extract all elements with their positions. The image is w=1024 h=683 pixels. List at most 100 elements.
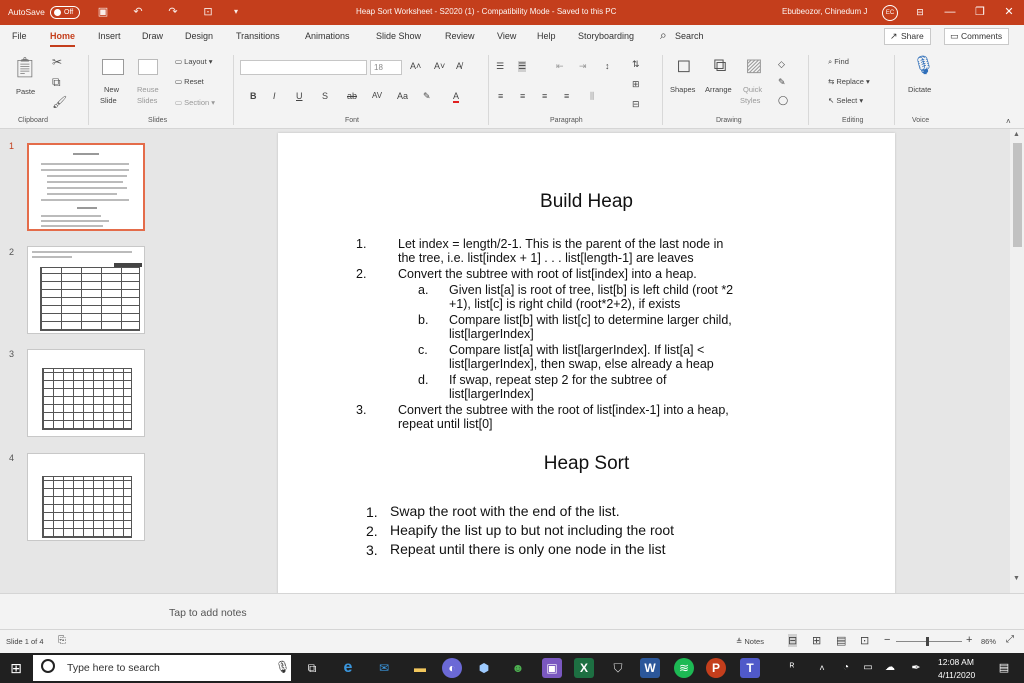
quick-styles-icon[interactable]: ▨	[742, 55, 766, 81]
list-item[interactable]: Convert the subtree with root of list[in…	[398, 267, 778, 281]
tab-file[interactable]: File	[12, 31, 27, 41]
restore-button[interactable]: ❐	[965, 3, 995, 22]
word-icon[interactable]: W	[640, 658, 660, 678]
zoom-slider-thumb[interactable]	[926, 637, 929, 646]
clock-time[interactable]: 12:08 AM	[938, 657, 974, 667]
decrease-indent-icon[interactable]: ⇤	[556, 61, 564, 72]
shape-fill-icon[interactable]: ◇	[778, 59, 785, 70]
powerpoint-icon[interactable]: P	[706, 658, 726, 678]
list-item[interactable]: Let index = length/2-1. This is the pare…	[398, 237, 778, 251]
character-spacing-icon[interactable]: AV	[372, 91, 382, 100]
file-explorer-icon[interactable]: ▬	[410, 658, 430, 678]
mail-icon[interactable]: ✉	[374, 658, 394, 678]
quick-styles-label-2[interactable]: Styles	[740, 96, 760, 105]
search-box[interactable]: Search	[675, 31, 704, 41]
taskbar-search-box[interactable]: Type here to search 🎙︎	[33, 655, 291, 681]
reading-view-icon[interactable]: ▤	[836, 634, 846, 647]
tab-review[interactable]: Review	[445, 31, 475, 41]
show-hidden-icons[interactable]: ˄	[812, 658, 832, 678]
copy-icon[interactable]: ⧉	[52, 75, 61, 90]
shadow-icon[interactable]: S	[322, 91, 328, 101]
quick-styles-label[interactable]: Quick	[743, 85, 762, 94]
list-item[interactable]: Swap the root with the end of the list.	[390, 504, 790, 518]
tab-draw[interactable]: Draw	[142, 31, 163, 41]
spotify-icon[interactable]: ≋	[674, 658, 694, 678]
save-icon[interactable]: ▣	[95, 4, 111, 20]
windows-start-icon[interactable]: ⊞	[6, 658, 26, 678]
paste-icon[interactable]: 📋︎	[12, 55, 38, 83]
clock-date[interactable]: 4/11/2020	[938, 670, 975, 680]
columns-icon[interactable]: ⫼	[590, 91, 594, 102]
new-slide-label[interactable]: New	[104, 85, 119, 94]
find-button[interactable]: ⌕ Find	[828, 57, 849, 67]
slide-sorter-icon[interactable]: ⊞	[812, 634, 821, 647]
section-button[interactable]: ▭ Section ▾	[175, 98, 215, 107]
store-icon[interactable]: ⛉	[608, 658, 628, 678]
app-icon[interactable]: ◐	[442, 658, 462, 678]
zoom-in-icon[interactable]: +	[966, 634, 972, 646]
tab-view[interactable]: View	[497, 31, 516, 41]
cut-icon[interactable]: ✂	[52, 55, 62, 69]
tab-help[interactable]: Help	[537, 31, 556, 41]
fit-to-window-icon[interactable]: ⤢	[1006, 634, 1014, 645]
people-tray-icon[interactable]: ᴿ	[782, 658, 802, 678]
layout-button[interactable]: ▭ Layout ▾	[175, 57, 213, 66]
sub-list-item[interactable]: Compare list[b] with list[c] to determin…	[449, 313, 779, 341]
shapes-icon[interactable]: ◻	[672, 55, 696, 81]
accessibility-icon[interactable]: ⎘	[58, 635, 66, 646]
tab-transitions[interactable]: Transitions	[236, 31, 280, 41]
clear-formatting-icon[interactable]: A̸	[456, 61, 462, 71]
italic-icon[interactable]: I	[273, 91, 276, 101]
align-text-icon[interactable]: ⊞	[632, 79, 640, 90]
scroll-down-icon[interactable]: ▼	[1013, 575, 1020, 582]
zoom-level[interactable]: 86%	[981, 637, 996, 646]
microphone-icon[interactable]: 🎙︎	[912, 55, 935, 81]
underline-icon[interactable]: U	[296, 91, 303, 101]
increase-indent-icon[interactable]: ⇥	[579, 61, 587, 72]
user-name[interactable]: Ebubeozor, Chinedum J	[782, 7, 867, 16]
edge-icon[interactable]: e	[338, 658, 358, 678]
decrease-font-icon[interactable]: A˅	[434, 61, 445, 71]
photos-app-icon[interactable]: ▣	[542, 658, 562, 678]
sub-list-item[interactable]: If swap, repeat step 2 for the subtree o…	[449, 373, 779, 401]
text-direction-icon[interactable]: ⇅	[632, 59, 640, 70]
line-spacing-icon[interactable]: ↕	[605, 61, 610, 71]
pen-icon[interactable]: ✒	[906, 658, 926, 678]
collapse-ribbon-icon[interactable]: ˄	[1006, 117, 1011, 126]
slide-thumbnail-1[interactable]	[27, 143, 145, 231]
scroll-thumb[interactable]	[1013, 143, 1022, 247]
slide-show-icon[interactable]: ⊡	[860, 634, 869, 647]
reuse-label[interactable]: Reuse	[137, 85, 159, 94]
slide-thumbnail-2[interactable]	[27, 246, 145, 334]
align-left-icon[interactable]: ≡	[498, 91, 503, 101]
customize-qat-icon[interactable]: ▾	[228, 4, 244, 20]
highlight-icon[interactable]: ✎	[423, 91, 431, 102]
zoom-out-icon[interactable]: −	[884, 634, 890, 646]
numbering-icon[interactable]: ☰	[518, 61, 527, 72]
increase-font-icon[interactable]: A˄	[410, 61, 421, 71]
battery-icon[interactable]: ▭	[858, 658, 878, 678]
shape-outline-icon[interactable]: ✎	[778, 77, 786, 88]
zoom-slider[interactable]	[896, 641, 962, 642]
select-button[interactable]: ↖ Select ▾	[828, 96, 863, 105]
format-painter-icon[interactable]: 🖌︎	[52, 95, 67, 109]
comments-button[interactable]: ▭ Comments	[944, 28, 1010, 45]
excel-icon[interactable]: X	[574, 658, 594, 678]
new-slide-icon[interactable]	[102, 59, 124, 75]
change-case-icon[interactable]: Aa	[397, 91, 408, 101]
list-item[interactable]: Convert the subtree with the root of lis…	[398, 403, 788, 431]
list-item[interactable]: Repeat until there is only one node in t…	[390, 542, 790, 556]
font-color-icon[interactable]: A	[453, 91, 460, 103]
people-app-icon[interactable]: ☻	[508, 658, 528, 678]
strikethrough-icon[interactable]: ab	[347, 91, 357, 101]
normal-view-icon[interactable]: ⊟	[788, 634, 798, 647]
tab-design[interactable]: Design	[185, 31, 213, 41]
slide-thumbnail-4[interactable]	[27, 453, 145, 541]
slide-title-build-heap[interactable]: Build Heap	[278, 191, 895, 213]
notes-placeholder[interactable]: Tap to add notes	[169, 607, 247, 619]
font-name-input[interactable]	[240, 60, 367, 75]
bold-icon[interactable]: B	[250, 91, 257, 101]
avatar[interactable]: EC	[882, 5, 898, 21]
cube-app-icon[interactable]: ⬢	[474, 658, 494, 678]
bullets-icon[interactable]: ☰	[496, 61, 504, 72]
